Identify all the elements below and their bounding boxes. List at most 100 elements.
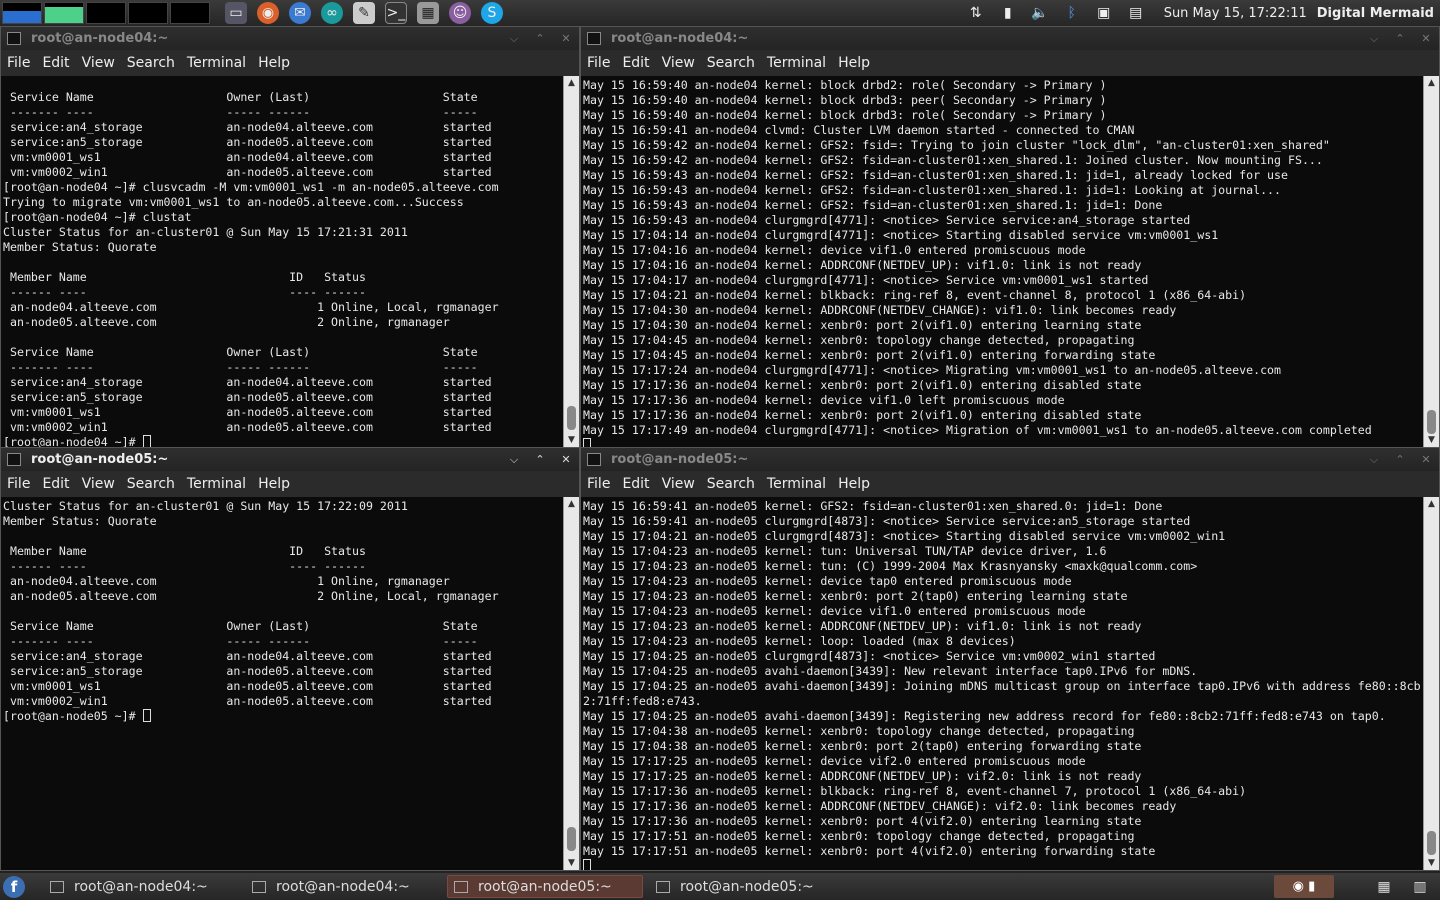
- menu-help[interactable]: Help: [258, 476, 290, 492]
- menu-view[interactable]: View: [662, 55, 695, 71]
- close-icon[interactable]: ✕: [553, 27, 579, 50]
- terminal-output[interactable]: Cluster Status for an-cluster01 @ Sun Ma…: [1, 497, 563, 870]
- taskbar-item[interactable]: root@an-node05:~: [649, 875, 845, 898]
- scroll-up-icon[interactable]: ▲: [564, 76, 579, 90]
- trash-icon[interactable]: ▥: [1410, 877, 1430, 897]
- menu-terminal[interactable]: Terminal: [187, 55, 246, 71]
- firefox-icon[interactable]: ◉: [1293, 879, 1304, 894]
- minimize-icon[interactable]: ⌵: [501, 448, 527, 471]
- volume-icon[interactable]: 🔈: [1029, 2, 1051, 24]
- menu-search[interactable]: Search: [707, 476, 755, 492]
- terminal-icon[interactable]: >_: [385, 2, 407, 24]
- battery-icon[interactable]: ▮: [997, 2, 1019, 24]
- memory-monitor[interactable]: [44, 2, 84, 24]
- skype-icon[interactable]: S: [481, 2, 503, 24]
- scrollbar[interactable]: ▲ ▼: [563, 76, 579, 447]
- close-icon[interactable]: ✕: [1413, 27, 1439, 50]
- taskbar-item[interactable]: root@an-node04:~: [43, 875, 239, 898]
- scroll-thumb[interactable]: [567, 406, 576, 430]
- titlebar[interactable]: root@an-node05:~ ⌵ ⌃ ✕: [581, 448, 1439, 471]
- menu-terminal[interactable]: Terminal: [767, 476, 826, 492]
- text-cursor: [142, 709, 151, 722]
- scroll-down-icon[interactable]: ▼: [1424, 856, 1439, 870]
- display-icon[interactable]: ▣: [1093, 2, 1115, 24]
- clipboard-icon[interactable]: ▤: [1125, 2, 1147, 24]
- scrollbar[interactable]: ▲ ▼: [1423, 497, 1439, 870]
- arduino-icon[interactable]: ∞: [321, 2, 343, 24]
- pidgin-icon[interactable]: ☺: [449, 2, 471, 24]
- terminal-window-node04-status[interactable]: root@an-node04:~ ⌵ ⌃ ✕ File Edit View Se…: [0, 26, 580, 448]
- menu-file[interactable]: File: [7, 476, 30, 492]
- scrollbar[interactable]: ▲ ▼: [563, 497, 579, 870]
- cpu-monitor[interactable]: [2, 2, 42, 24]
- terminal-output[interactable]: May 15 16:59:40 an-node04 kernel: block …: [581, 76, 1423, 447]
- menu-file[interactable]: File: [587, 476, 610, 492]
- titlebar[interactable]: root@an-node04:~ ⌵ ⌃ ✕: [581, 27, 1439, 50]
- menu-edit[interactable]: Edit: [42, 476, 69, 492]
- scroll-thumb[interactable]: [1427, 831, 1436, 855]
- maximize-icon[interactable]: ⌃: [1387, 448, 1413, 471]
- maximize-icon[interactable]: ⌃: [527, 27, 553, 50]
- window-title: root@an-node04:~: [31, 31, 169, 46]
- taskbar-item-active[interactable]: root@an-node05:~: [447, 875, 643, 898]
- maximize-icon[interactable]: ⌃: [527, 448, 553, 471]
- menu-edit[interactable]: Edit: [42, 55, 69, 71]
- minimize-icon[interactable]: ⌵: [1361, 448, 1387, 471]
- fedora-menu-icon[interactable]: f: [3, 875, 25, 898]
- titlebar[interactable]: root@an-node05:~ ⌵ ⌃ ✕: [1, 448, 579, 471]
- menu-edit[interactable]: Edit: [622, 55, 649, 71]
- workspace-switcher-icon[interactable]: ▦: [1368, 877, 1400, 897]
- close-icon[interactable]: ✕: [1413, 448, 1439, 471]
- menubar: File Edit View Search Terminal Help: [581, 471, 1439, 497]
- clock[interactable]: Sun May 15, 17:22:11: [1164, 6, 1307, 21]
- clipboard-icon[interactable]: ▮: [1308, 879, 1315, 894]
- scroll-down-icon[interactable]: ▼: [564, 856, 579, 870]
- text-editor-icon[interactable]: ✎: [353, 2, 375, 24]
- scroll-down-icon[interactable]: ▼: [564, 433, 579, 447]
- terminal-window-node05-log[interactable]: root@an-node05:~ ⌵ ⌃ ✕ File Edit View Se…: [580, 447, 1440, 871]
- menu-view[interactable]: View: [82, 476, 115, 492]
- menu-help[interactable]: Help: [258, 55, 290, 71]
- bluetooth-icon[interactable]: ᛒ: [1061, 2, 1083, 24]
- menu-terminal[interactable]: Terminal: [187, 476, 246, 492]
- menu-view[interactable]: View: [82, 55, 115, 71]
- notification-area[interactable]: ◉ ▮: [1274, 875, 1334, 898]
- menu-help[interactable]: Help: [838, 476, 870, 492]
- terminal-output[interactable]: May 15 16:59:41 an-node05 kernel: GFS2: …: [581, 497, 1423, 870]
- terminal-window-node05-status[interactable]: root@an-node05:~ ⌵ ⌃ ✕ File Edit View Se…: [0, 447, 580, 871]
- scroll-down-icon[interactable]: ▼: [1424, 433, 1439, 447]
- minimize-icon[interactable]: ⌵: [501, 27, 527, 50]
- firefox-icon[interactable]: ◉: [257, 2, 279, 24]
- load-monitor[interactable]: [170, 2, 210, 24]
- scroll-thumb[interactable]: [1427, 410, 1436, 434]
- terminal-window-node04-log[interactable]: root@an-node04:~ ⌵ ⌃ ✕ File Edit View Se…: [580, 26, 1440, 448]
- menu-search[interactable]: Search: [127, 476, 175, 492]
- scroll-up-icon[interactable]: ▲: [1424, 497, 1439, 511]
- scroll-up-icon[interactable]: ▲: [564, 497, 579, 511]
- menu-view[interactable]: View: [662, 476, 695, 492]
- terminal-output[interactable]: Service Name Owner (Last) State ------- …: [1, 76, 563, 447]
- close-icon[interactable]: ✕: [553, 448, 579, 471]
- window-title: root@an-node05:~: [31, 452, 169, 467]
- scrollbar[interactable]: ▲ ▼: [1423, 76, 1439, 447]
- swap-monitor[interactable]: [128, 2, 168, 24]
- menu-file[interactable]: File: [587, 55, 610, 71]
- menu-search[interactable]: Search: [707, 55, 755, 71]
- show-desktop-icon[interactable]: ▭: [225, 2, 247, 24]
- taskbar-item[interactable]: root@an-node04:~: [245, 875, 441, 898]
- scroll-up-icon[interactable]: ▲: [1424, 76, 1439, 90]
- minimize-icon[interactable]: ⌵: [1361, 27, 1387, 50]
- menu-file[interactable]: File: [7, 55, 30, 71]
- menu-terminal[interactable]: Terminal: [767, 55, 826, 71]
- menu-help[interactable]: Help: [838, 55, 870, 71]
- network-monitor[interactable]: [86, 2, 126, 24]
- titlebar[interactable]: root@an-node04:~ ⌵ ⌃ ✕: [1, 27, 579, 50]
- menu-search[interactable]: Search: [127, 55, 175, 71]
- calculator-icon[interactable]: ▦: [417, 2, 439, 24]
- thunderbird-icon[interactable]: ✉: [289, 2, 311, 24]
- maximize-icon[interactable]: ⌃: [1387, 27, 1413, 50]
- user-menu[interactable]: Digital Mermaid: [1317, 6, 1434, 21]
- menu-edit[interactable]: Edit: [622, 476, 649, 492]
- scroll-thumb[interactable]: [567, 827, 576, 851]
- network-icon[interactable]: ⇅: [965, 2, 987, 24]
